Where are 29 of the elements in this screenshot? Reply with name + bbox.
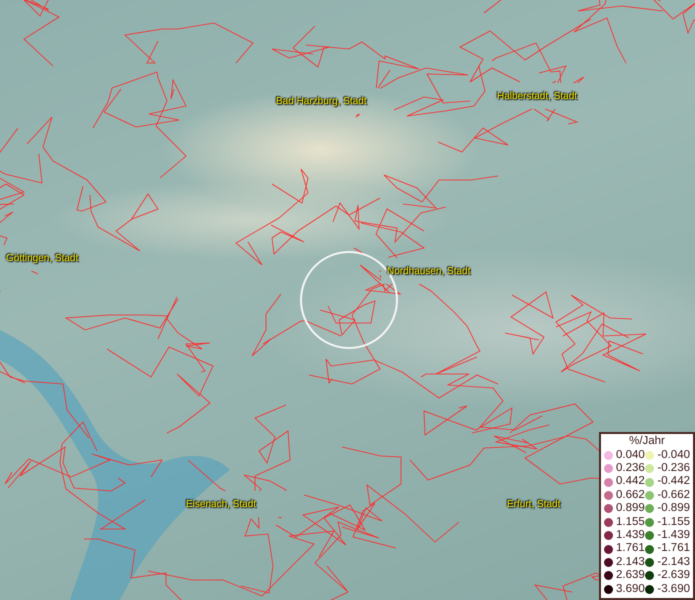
legend-value: -0.236	[657, 462, 690, 476]
legend-value: 0.442	[616, 475, 645, 489]
place-label: Erfurt, Stadt	[507, 498, 560, 512]
legend-value: 2.639	[616, 569, 645, 583]
legend-value: -2.143	[657, 556, 690, 570]
place-label: Bad Harzburg, Stadt	[276, 95, 367, 109]
place-label: Göttingen, Stadt	[6, 252, 78, 266]
legend-value: -0.899	[657, 502, 690, 516]
legend-value: -0.442	[657, 475, 690, 489]
legend-title: %/Jahr	[628, 435, 666, 449]
legend-value: -3.690	[657, 582, 690, 596]
legend-value: -0.662	[657, 488, 690, 502]
legend-value: 0.236	[616, 462, 645, 476]
place-label: Halberstadt, Stadt	[497, 90, 578, 104]
legend-value: -1.761	[657, 542, 690, 556]
legend-value: 0.040	[616, 448, 645, 462]
legend-value: 2.143	[616, 556, 645, 570]
legend-value: 3.690	[616, 582, 645, 596]
legend-value: 1.155	[616, 516, 645, 529]
legend-value: 0.899	[616, 502, 645, 516]
place-label: Nordhausen, Stadt	[387, 265, 470, 279]
legend-value: -2.639	[657, 569, 690, 583]
legend-value: -1.155	[657, 516, 690, 529]
legend-value: -0.040	[657, 448, 690, 462]
legend-value: 1.439	[616, 528, 645, 542]
legend-value: -1.439	[657, 528, 690, 542]
legend-value: 1.761	[616, 542, 645, 556]
legend-value: 0.662	[616, 488, 645, 502]
place-label: Eisenach, Stadt	[186, 498, 256, 512]
